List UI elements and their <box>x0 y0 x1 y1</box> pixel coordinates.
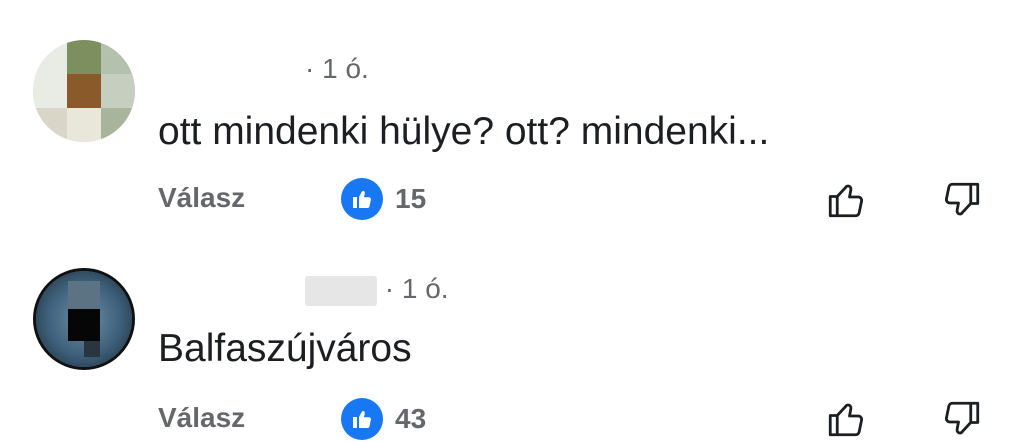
reaction-summary[interactable]: 15 <box>341 178 426 220</box>
thumbs-down-outline-icon[interactable] <box>939 177 985 223</box>
comment-item: · 1 ó. ott mindenki hülye? ott? mindenki… <box>0 0 1024 240</box>
reply-button[interactable]: Válasz <box>158 402 245 434</box>
comment-text: Balfaszújváros <box>158 327 412 370</box>
comment-item: · 1 ó. Balfaszújváros Válasz 43 <box>0 240 1024 440</box>
thumbs-up-outline-icon[interactable] <box>823 396 869 442</box>
like-count: 43 <box>395 403 427 434</box>
avatar[interactable] <box>33 40 135 142</box>
comment-text: ott mindenki hülye? ott? mindenki... <box>158 110 770 153</box>
reply-button[interactable]: Válasz <box>158 182 245 214</box>
thumbs-up-icon <box>341 398 383 440</box>
reaction-summary[interactable]: 43 <box>341 398 426 440</box>
comment-time: · 1 ó. <box>384 273 449 304</box>
like-count: 15 <box>395 183 427 214</box>
comment-time: · 1 ó. <box>305 53 369 84</box>
thumbs-up-icon <box>341 178 383 220</box>
comment-meta: · 1 ó. <box>305 52 369 86</box>
avatar[interactable] <box>33 268 135 370</box>
thumbs-down-outline-icon[interactable] <box>939 396 985 442</box>
thumbs-up-outline-icon[interactable] <box>823 177 869 223</box>
comment-meta: · 1 ó. <box>305 272 449 306</box>
author-name-redacted <box>305 275 377 306</box>
